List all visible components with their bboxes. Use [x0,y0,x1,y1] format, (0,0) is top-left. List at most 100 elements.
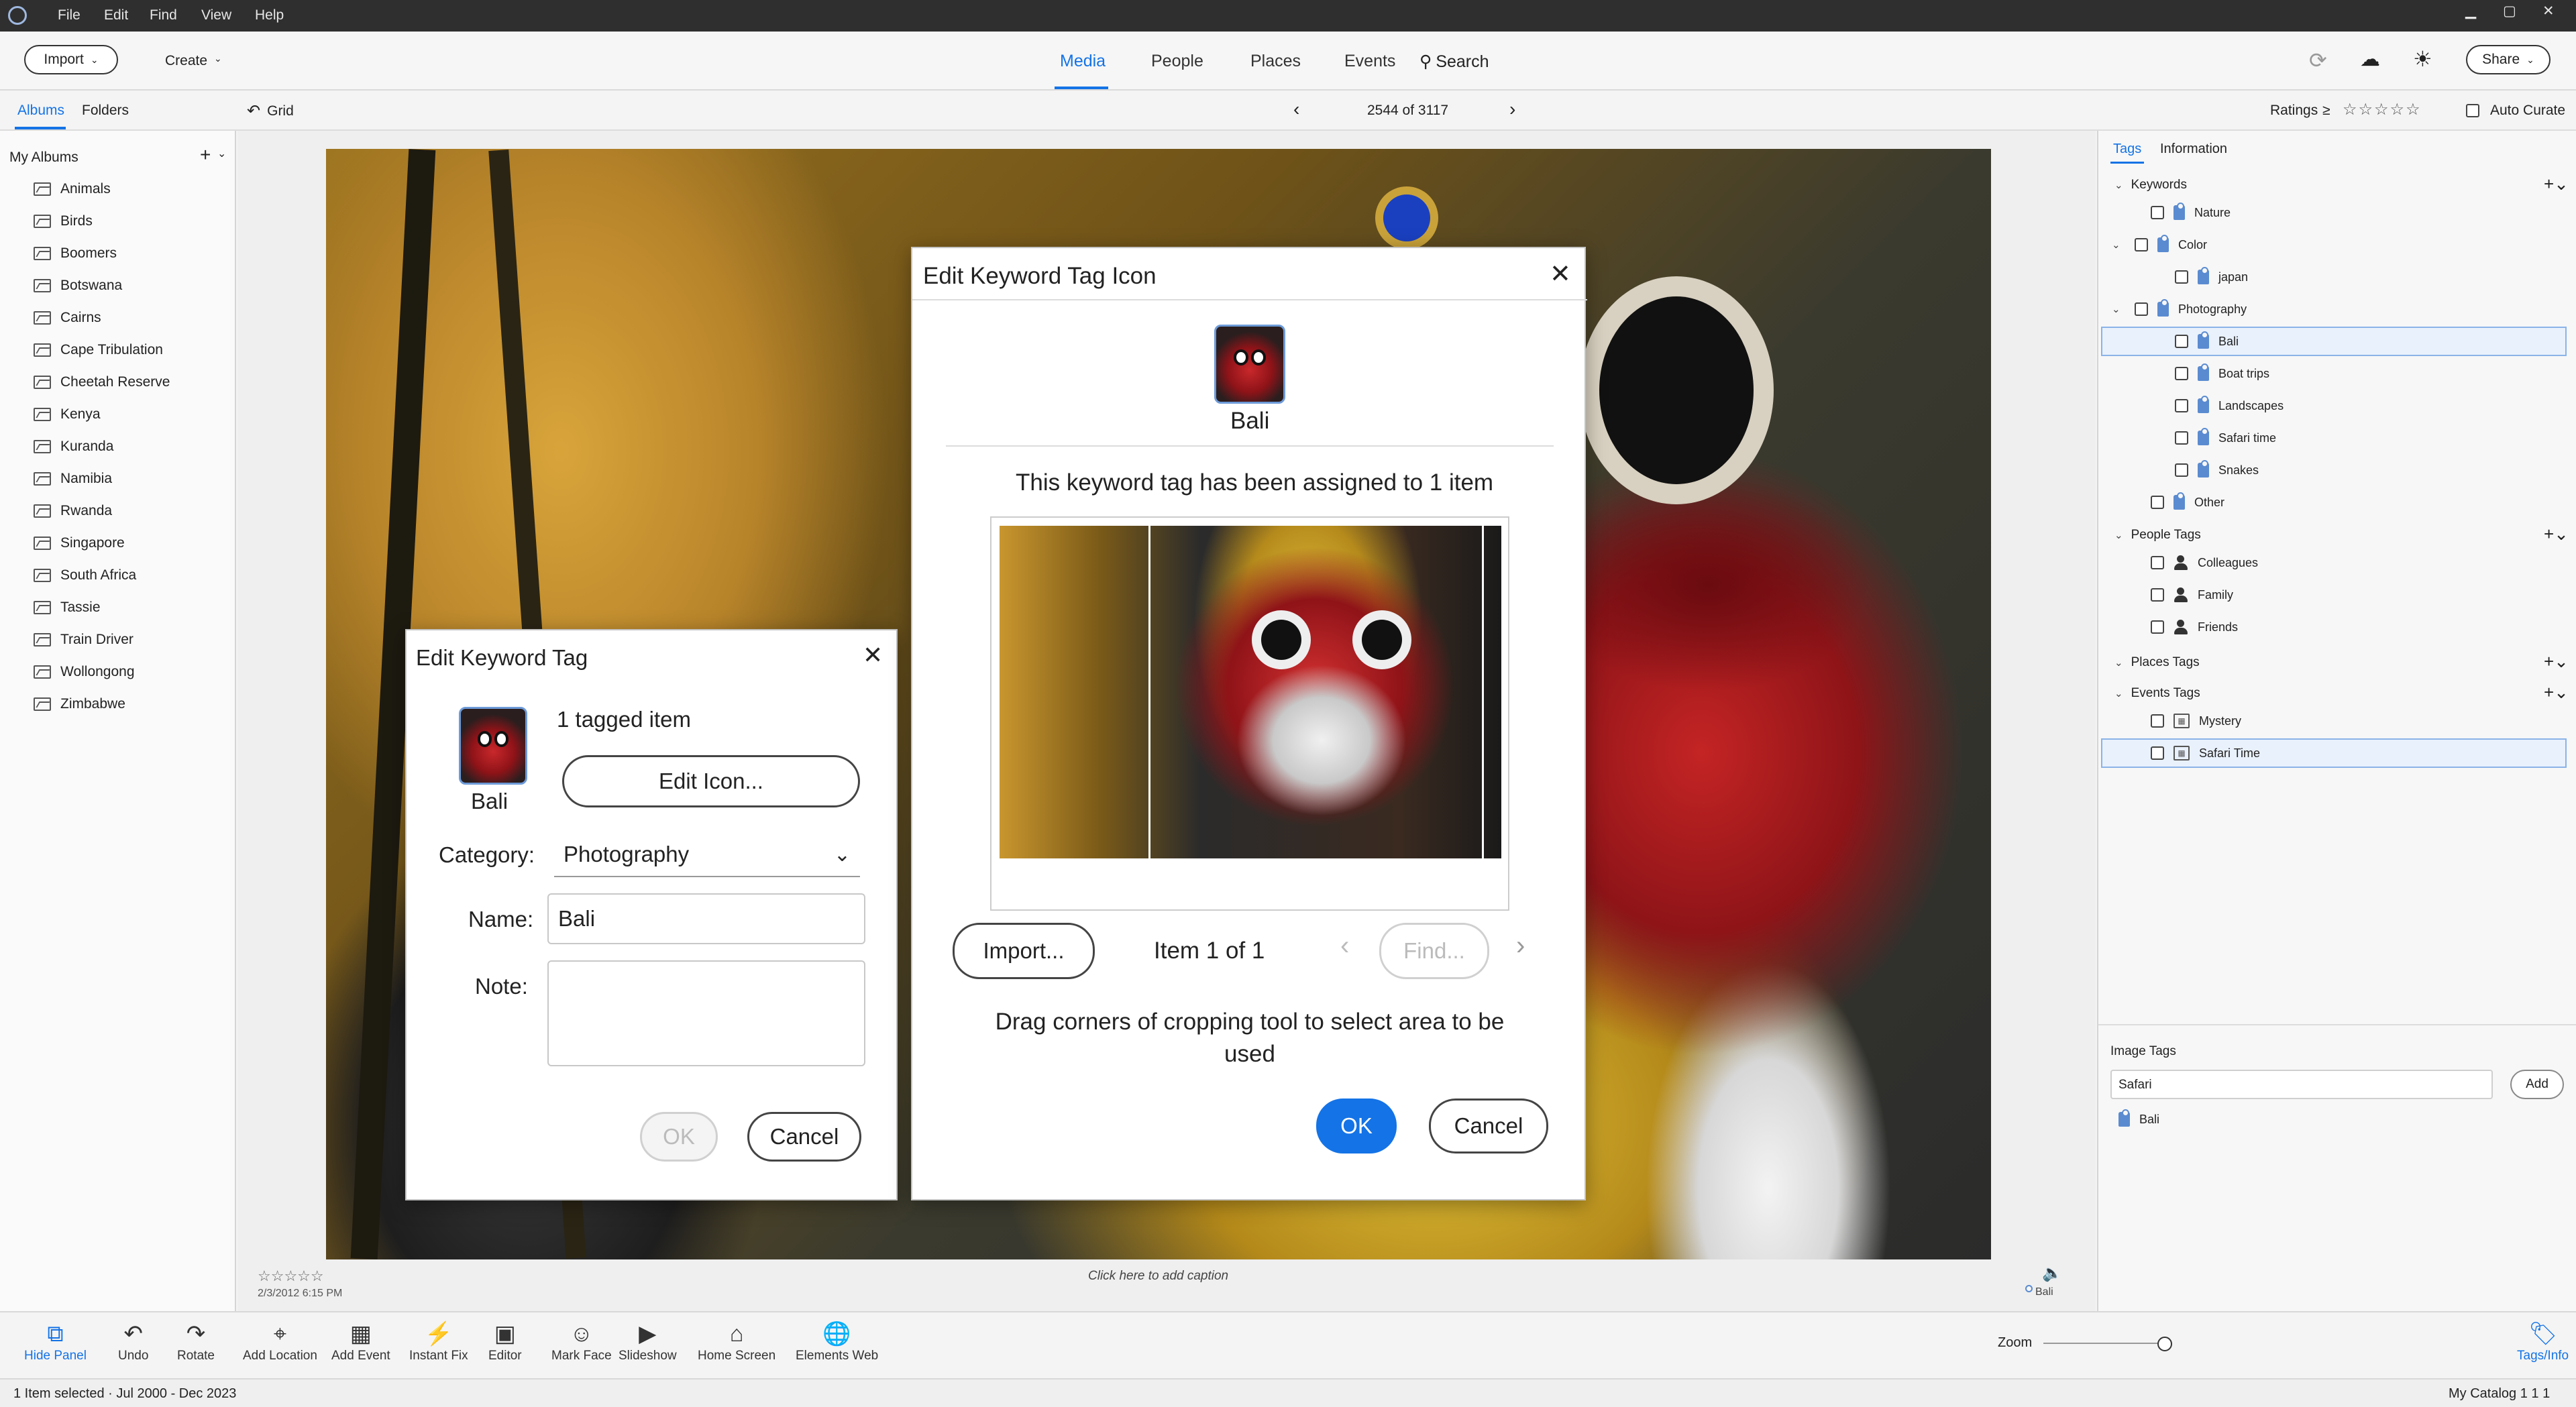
search-button[interactable]: ⚲ Search [1419,52,1489,72]
people-tags-header[interactable]: ⌄ People Tags [2114,528,2201,543]
tag-checkbox[interactable] [2175,431,2188,445]
keywords-section-header[interactable]: ⌄ Keywords [2114,178,2187,192]
tag-row-other[interactable]: Other [2128,489,2224,516]
album-item[interactable]: Zimbabwe [34,694,125,714]
events-tags-header[interactable]: ⌄ Events Tags [2114,686,2200,701]
name-input[interactable]: Bali [547,893,865,944]
slideshow-button[interactable]: ▶ Slideshow [619,1319,677,1363]
image-tags-input[interactable]: Safari [2110,1070,2493,1099]
add-location-button[interactable]: ⌖ Add Location [243,1319,317,1363]
zoom-slider-track[interactable] [2043,1343,2164,1344]
tab-media[interactable]: Media [1060,52,1106,71]
menu-view[interactable]: View [201,7,231,23]
add-keyword-icon[interactable]: +⌄ [2544,174,2569,194]
tag-row-safari-time[interactable]: Safari time [2152,425,2276,451]
crop-preview-image[interactable] [1000,526,1501,858]
tag-checkbox[interactable] [2151,496,2164,509]
tag-row-color[interactable]: ⌄ Color [2112,231,2207,258]
cloud-icon[interactable]: ☁ [2360,48,2380,71]
album-item[interactable]: Cairns [34,308,101,328]
next-icon[interactable]: › [1509,99,1515,120]
app-logo-icon[interactable] [8,6,27,25]
instant-fix-button[interactable]: ⚡ Instant Fix [409,1319,468,1363]
menu-edit[interactable]: Edit [104,7,128,23]
close-icon[interactable]: ✕ [863,641,883,669]
menu-find[interactable]: Find [150,7,177,23]
menu-help[interactable]: Help [255,7,284,23]
album-item[interactable]: Boomers [34,243,117,264]
album-item[interactable]: Botswana [34,276,122,296]
tab-people[interactable]: People [1151,52,1203,71]
album-item[interactable]: Birds [34,211,93,231]
tag-checkbox[interactable] [2151,588,2164,602]
maximize-icon[interactable]: ▢ [2503,3,2516,19]
tag-checkbox[interactable] [2175,399,2188,412]
tab-information[interactable]: Information [2160,142,2227,157]
minimize-icon[interactable]: ▁ [2465,3,2476,19]
tab-tags[interactable]: Tags [2113,142,2141,157]
rotate-button[interactable]: ↷ Rotate [177,1319,215,1363]
tag-row-snakes[interactable]: Snakes [2152,457,2259,484]
tag-row-japan[interactable]: japan [2152,264,2248,290]
mark-face-button[interactable]: ☺ Mark Face [551,1319,612,1363]
chevron-down-icon[interactable]: ⌄ [2112,239,2125,251]
create-button[interactable]: Create ⌄ [165,53,222,69]
elements-web-button[interactable]: 🌐 Elements Web [796,1319,878,1363]
cancel-button[interactable]: Cancel [747,1112,861,1162]
chevron-down-icon[interactable]: ⌄ [217,147,226,160]
previous-icon[interactable]: ‹ [1293,99,1299,120]
tag-checkbox[interactable] [2135,302,2148,316]
category-select[interactable]: Photography ⌄ [554,833,860,877]
import-button[interactable]: Import ⌄ [24,45,118,74]
tag-checkbox[interactable] [2175,335,2188,348]
tag-checkbox[interactable] [2175,367,2188,380]
event-tag-row[interactable]: ▦ Mystery [2128,708,2241,734]
tag-checkbox[interactable] [2151,746,2164,760]
album-item[interactable]: Kuranda [34,437,113,457]
add-events-tag-icon[interactable]: +⌄ [2544,682,2569,703]
tag-checkbox[interactable] [2151,620,2164,634]
album-item[interactable]: Train Driver [34,630,133,650]
tag-row-boat-trips[interactable]: Boat trips [2152,360,2269,387]
ratings-operator[interactable]: ≥ [2322,103,2330,119]
rating-stars[interactable]: ☆☆☆☆☆ [258,1268,324,1285]
ratings-stars[interactable]: ☆☆☆☆☆ [2343,100,2422,119]
album-item[interactable]: Rwanda [34,501,112,521]
add-people-tag-icon[interactable]: +⌄ [2544,524,2569,545]
crop-box[interactable] [1148,526,1484,858]
people-tag-row[interactable]: Family [2128,581,2233,608]
tag-checkbox[interactable] [2151,556,2164,569]
share-button[interactable]: Share ⌄ [2466,45,2551,74]
album-item[interactable]: Cheetah Reserve [34,372,170,392]
undo-button[interactable]: ↶ Undo [118,1319,148,1363]
ok-button[interactable]: OK [1316,1099,1397,1153]
add-tag-button[interactable]: Add [2510,1070,2564,1099]
brightness-icon[interactable]: ☀ [2413,46,2432,72]
close-icon[interactable]: ✕ [1550,259,1571,289]
home-screen-button[interactable]: ⌂ Home Screen [698,1319,775,1363]
previous-item-icon[interactable]: ‹ [1340,931,1349,961]
album-item[interactable]: Cape Tribulation [34,340,163,360]
tag-row-landscapes[interactable]: Landscapes [2152,392,2284,419]
tags-info-button[interactable]: 🏷 Tags/Info [2517,1319,2569,1363]
tag-checkbox[interactable] [2175,270,2188,284]
chevron-down-icon[interactable]: ⌄ [2112,303,2125,315]
tag-row-bali[interactable]: Bali [2152,328,2239,355]
sync-icon[interactable]: ⟳ [2309,48,2327,73]
add-album-icon[interactable]: + [200,144,211,166]
cancel-button[interactable]: Cancel [1429,1099,1548,1153]
places-tags-header[interactable]: ⌄ Places Tags [2114,655,2200,670]
tab-events[interactable]: Events [1344,52,1395,71]
audio-icon[interactable]: 🔈 [2042,1263,2062,1283]
editor-button[interactable]: ▣ Editor [488,1319,522,1363]
add-event-button[interactable]: ▦ Add Event [331,1319,390,1363]
album-item[interactable]: Wollongong [34,662,135,682]
people-tag-row[interactable]: Colleagues [2128,549,2258,576]
note-textarea[interactable] [547,960,865,1066]
next-item-icon[interactable]: › [1516,931,1525,961]
menu-file[interactable]: File [58,7,80,23]
find-button[interactable]: Find... [1379,923,1489,979]
zoom-slider-handle[interactable] [2157,1337,2172,1351]
album-item[interactable]: Animals [34,179,111,199]
people-tag-row[interactable]: Friends [2128,614,2238,640]
